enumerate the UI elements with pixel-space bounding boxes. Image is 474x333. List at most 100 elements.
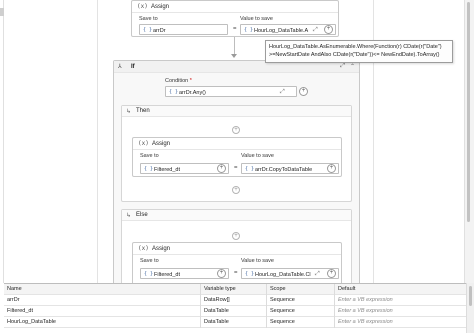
- expression-icon: { }: [144, 271, 154, 277]
- if-activity[interactable]: ⅄ If ⤢ ⌃ Condition * { } arrDr.Any() ⤢ +…: [113, 60, 360, 290]
- add-activity-button[interactable]: +: [232, 232, 240, 240]
- variable-scope-cell[interactable]: Sequence: [267, 317, 335, 328]
- variables-scrollbar[interactable]: [466, 283, 474, 333]
- expression-icon: { }: [144, 166, 154, 172]
- column-header-default[interactable]: Default: [335, 284, 466, 295]
- add-expression-button[interactable]: +: [217, 164, 226, 173]
- if-title: If: [131, 63, 135, 70]
- variable-name-cell[interactable]: Filtered_dt: [4, 306, 201, 317]
- table-row[interactable]: arrDr DataRow[] Sequence Enter a VB expr…: [4, 295, 466, 306]
- equals-sign: =: [234, 165, 238, 171]
- value-to-save-label: Value to save: [240, 16, 273, 22]
- table-row[interactable]: HourLog_DataTable DataTable Sequence Ent…: [4, 317, 466, 328]
- activity-header[interactable]: (x) Assign: [132, 1, 338, 13]
- value-to-save-label: Value to save: [241, 258, 274, 264]
- tooltip-line-2: >=NewStartDate AndAlso CDate(r("Date"))<…: [269, 52, 440, 58]
- assign-icon: (x): [138, 140, 149, 147]
- activity-title: Assign: [152, 140, 171, 147]
- activity-header[interactable]: (x) Assign: [133, 138, 341, 150]
- condition-value: arrDr.Any(): [179, 89, 206, 96]
- sequence-guide-line: [97, 0, 98, 283]
- value-value: HourLog_DataTable.A: [254, 27, 309, 34]
- variable-default-cell[interactable]: Enter a VB expression: [335, 306, 466, 317]
- variable-scope-cell[interactable]: Sequence: [267, 295, 335, 306]
- rail-marker: [0, 8, 4, 16]
- expression-icon: { }: [245, 271, 255, 277]
- variable-name-cell[interactable]: HourLog_DataTable: [4, 317, 201, 328]
- else-assign-activity[interactable]: (x) Assign Save to Value to save { } Fil…: [132, 242, 342, 286]
- else-icon: ↳: [126, 212, 132, 219]
- add-activity-button[interactable]: +: [232, 186, 240, 194]
- expression-icon: { }: [245, 166, 255, 172]
- variable-type-cell[interactable]: DataTable: [201, 317, 267, 328]
- add-expression-button[interactable]: +: [327, 269, 336, 278]
- else-title: Else: [136, 212, 148, 218]
- add-expression-button[interactable]: +: [327, 164, 336, 173]
- top-assign-activity[interactable]: (x) Assign Save to Value to save { } arr…: [131, 0, 339, 37]
- tooltip-line-1: HourLog_DataTable.AsEnumerable.Where(Fun…: [269, 44, 442, 50]
- value-value: arrDr.CopyToDataTable: [255, 166, 313, 173]
- then-section[interactable]: ↳ Then + (x) Assign Save to Value to sav…: [121, 105, 352, 202]
- expand-icon[interactable]: ⤢: [315, 271, 320, 278]
- save-to-field[interactable]: { } Filtered_dt +: [140, 163, 229, 174]
- save-to-label: Save to: [140, 258, 159, 264]
- table-row[interactable]: Filtered_dt DataTable Sequence Enter a V…: [4, 306, 466, 317]
- save-to-value: arrDr: [153, 27, 166, 34]
- variables-header-row: Name Variable type Scope Default: [4, 284, 466, 295]
- designer-canvas: (x) Assign Save to Value to save { } arr…: [0, 0, 474, 290]
- variable-name-cell[interactable]: arrDr: [4, 295, 201, 306]
- add-condition-button[interactable]: +: [299, 87, 308, 96]
- activity-title: Assign: [152, 245, 171, 252]
- value-value: HourLog_DataTable.Cl: [255, 271, 311, 278]
- collapse-icon[interactable]: ⌃: [350, 63, 355, 70]
- equals-sign: =: [234, 270, 238, 276]
- save-to-field[interactable]: { } arrDr: [139, 24, 228, 35]
- value-field[interactable]: { } HourLog_DataTable.A ⤢ +: [240, 24, 336, 35]
- scrollbar-thumb[interactable]: [467, 2, 470, 222]
- variables-panel: Name Variable type Scope Default arrDr D…: [4, 283, 466, 333]
- then-icon: ↳: [126, 108, 132, 115]
- save-to-field[interactable]: { } Filtered_dt +: [140, 268, 229, 279]
- expand-icon[interactable]: ⤢: [280, 89, 285, 96]
- left-rail: [0, 0, 4, 283]
- value-to-save-label: Value to save: [241, 153, 274, 159]
- variable-scope-cell[interactable]: Sequence: [267, 306, 335, 317]
- column-header-name[interactable]: Name: [4, 284, 201, 295]
- expression-icon: { }: [143, 27, 153, 33]
- expand-icon[interactable]: ⤢: [313, 27, 318, 34]
- assign-icon: (x): [137, 3, 148, 10]
- variable-type-cell[interactable]: DataRow[]: [201, 295, 267, 306]
- if-icon: ⅄: [118, 63, 122, 70]
- assign-icon: (x): [138, 245, 149, 252]
- required-mark: *: [189, 78, 192, 84]
- column-header-scope[interactable]: Scope: [267, 284, 335, 295]
- activity-header[interactable]: (x) Assign: [133, 243, 341, 255]
- variable-default-cell[interactable]: Enter a VB expression: [335, 317, 466, 328]
- column-header-variable-type[interactable]: Variable type: [201, 284, 267, 295]
- else-section[interactable]: ↳ Else + (x) Assign Save to Value to sav…: [121, 209, 352, 289]
- condition-label: Condition *: [165, 78, 192, 84]
- equals-sign: =: [233, 26, 237, 32]
- connector-arrow-icon: [231, 54, 237, 58]
- condition-label-text: Condition: [165, 78, 189, 84]
- expression-icon: { }: [244, 27, 254, 33]
- value-field[interactable]: { } arrDr.CopyToDataTable +: [241, 163, 339, 174]
- save-to-value: Filtered_dt: [154, 271, 180, 278]
- value-field[interactable]: { } HourLog_DataTable.Cl ⤢ +: [241, 268, 339, 279]
- expand-icon[interactable]: ⤢: [340, 63, 345, 70]
- then-title: Then: [136, 108, 150, 114]
- add-expression-button[interactable]: +: [217, 269, 226, 278]
- variable-type-cell[interactable]: DataTable: [201, 306, 267, 317]
- expression-icon: { }: [169, 89, 179, 95]
- save-to-label: Save to: [139, 16, 158, 22]
- expression-tooltip: HourLog_DataTable.AsEnumerable.Where(Fun…: [265, 40, 453, 63]
- then-assign-activity[interactable]: (x) Assign Save to Value to save { } Fil…: [132, 137, 342, 177]
- condition-field[interactable]: { } arrDr.Any() ⤢: [165, 86, 297, 97]
- save-to-value: Filtered_dt: [154, 166, 180, 173]
- variable-default-cell[interactable]: Enter a VB expression: [335, 295, 466, 306]
- add-expression-button[interactable]: +: [324, 25, 333, 34]
- save-to-label: Save to: [140, 153, 159, 159]
- add-activity-button[interactable]: +: [232, 126, 240, 134]
- scrollbar-thumb[interactable]: [469, 286, 472, 306]
- then-header: ↳ Then: [122, 106, 351, 117]
